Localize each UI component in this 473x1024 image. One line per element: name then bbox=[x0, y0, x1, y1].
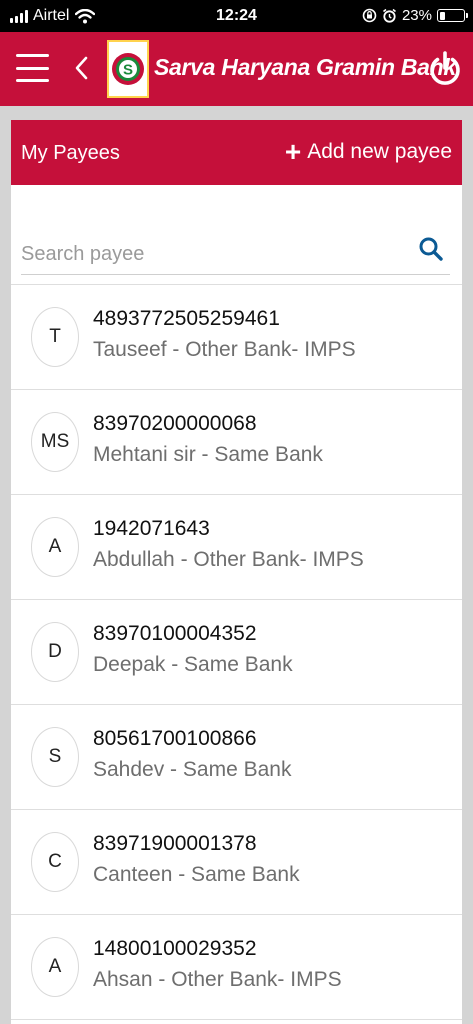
payee-description: Tauseef - Other Bank- IMPS bbox=[93, 338, 356, 361]
power-icon[interactable] bbox=[427, 50, 463, 88]
add-new-payee-button[interactable]: + Add new payee bbox=[284, 136, 452, 167]
status-bar: Airtel 12:24 23% bbox=[0, 0, 473, 32]
payee-description: Deepak - Same Bank bbox=[93, 653, 293, 676]
payee-avatar: MS bbox=[31, 412, 79, 472]
payee-row[interactable]: A 1942071643 Abdullah - Other Bank- IMPS bbox=[11, 495, 462, 600]
app-header: S Sarva Haryana Gramin Bank bbox=[0, 32, 473, 106]
payee-avatar: T bbox=[31, 307, 79, 367]
payee-description: Mehtani sir - Same Bank bbox=[93, 443, 323, 466]
payee-account-number: 4893772505259461 bbox=[93, 307, 280, 330]
search-icon[interactable] bbox=[418, 236, 444, 262]
payee-avatar: A bbox=[31, 517, 79, 577]
payee-description: Canteen - Same Bank bbox=[93, 863, 300, 886]
payee-account-number: 83970200000068 bbox=[93, 412, 257, 435]
page-title: My Payees bbox=[21, 142, 120, 164]
payee-row[interactable]: S 80561700100866 Sahdev - Same Bank bbox=[11, 705, 462, 810]
payee-account-number: 83970100004352 bbox=[93, 622, 257, 645]
plus-icon: + bbox=[284, 136, 302, 167]
payee-avatar: D bbox=[31, 622, 79, 682]
alarm-icon bbox=[382, 8, 396, 23]
payee-row[interactable]: C 83971900001378 Canteen - Same Bank bbox=[11, 810, 462, 915]
search-input[interactable] bbox=[21, 230, 401, 270]
search-bar bbox=[21, 230, 450, 275]
payee-description: Ahsan - Other Bank- IMPS bbox=[93, 968, 342, 991]
battery-level bbox=[439, 11, 445, 20]
bank-name: Sarva Haryana Gramin Bank bbox=[154, 54, 456, 80]
menu-icon[interactable] bbox=[16, 54, 49, 82]
payee-account-number: 14800100029352 bbox=[93, 937, 257, 960]
bank-logo-emblem: S bbox=[112, 53, 144, 85]
payee-row[interactable]: T 4893772505259461 Tauseef - Other Bank- I… bbox=[11, 285, 462, 390]
payee-avatar: A bbox=[31, 937, 79, 997]
battery-percent: 23% bbox=[401, 7, 432, 24]
rotation-lock-icon bbox=[362, 8, 377, 23]
back-icon[interactable] bbox=[70, 48, 94, 88]
payee-account-number: 1942071643 bbox=[93, 517, 210, 540]
card-header: My Payees + Add new payee bbox=[11, 120, 462, 185]
bank-logo: S bbox=[107, 40, 149, 98]
payee-avatar: S bbox=[31, 727, 79, 787]
add-new-payee-label: Add new payee bbox=[307, 140, 452, 163]
payee-account-number: 80561700100866 bbox=[93, 727, 257, 750]
payee-account-number: 83971900001378 bbox=[93, 832, 257, 855]
payee-row[interactable]: D 83970100004352 Deepak - Same Bank bbox=[11, 600, 462, 705]
payees-card: My Payees + Add new payee T 4893772505259… bbox=[11, 120, 462, 1024]
payee-row[interactable]: A 14800100029352 Ahsan - Other Bank- IMPS bbox=[11, 915, 462, 1020]
payee-list: T 4893772505259461 Tauseef - Other Bank- I… bbox=[11, 284, 462, 1020]
svg-text:S: S bbox=[123, 62, 133, 79]
battery-icon bbox=[437, 9, 468, 22]
payee-row[interactable]: MS 83970200000068 Mehtani sir - Same Bank bbox=[11, 390, 462, 495]
payee-description: Abdullah - Other Bank- IMPS bbox=[93, 548, 364, 571]
payee-avatar: C bbox=[31, 832, 79, 892]
status-right: 23% bbox=[362, 7, 468, 24]
payee-description: Sahdev - Same Bank bbox=[93, 758, 292, 781]
